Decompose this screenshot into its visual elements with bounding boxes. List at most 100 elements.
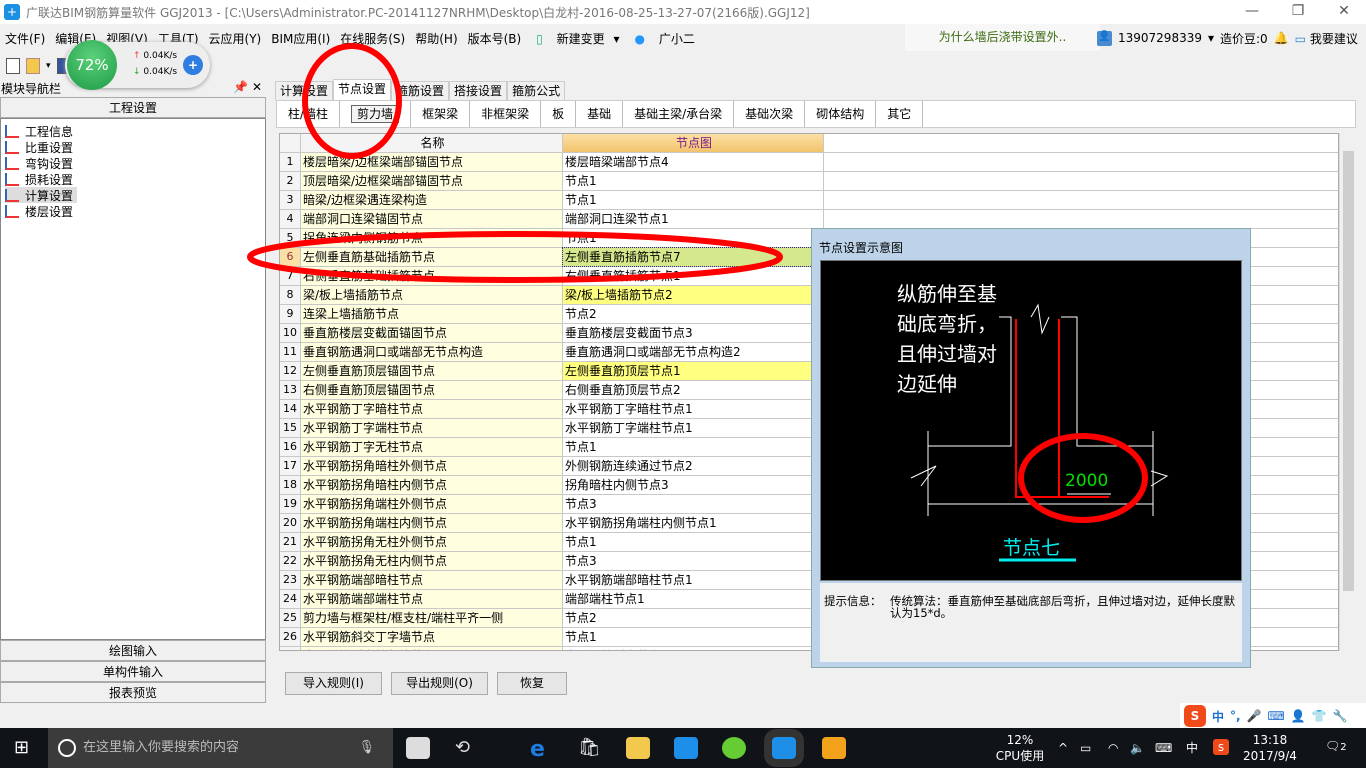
row-node-value[interactable]: 梁/板上墙插筋节点2 [563, 286, 824, 304]
close-icon[interactable]: ✕ [252, 80, 262, 94]
boost-plus-icon[interactable]: + [183, 55, 203, 75]
fan-app-icon[interactable] [406, 737, 430, 759]
nav-section-project-settings[interactable]: 工程设置 [0, 97, 266, 118]
ime-punctuation[interactable]: °, [1230, 709, 1241, 723]
row-node-value[interactable]: 垂直筋楼层变截面节点3 [563, 324, 824, 342]
microphone-icon[interactable]: 🎙 [358, 728, 375, 768]
ime-indicator[interactable]: 中 [1186, 740, 1198, 756]
tab-node-settings[interactable]: 节点设置 [333, 79, 392, 100]
new-file-icon[interactable] [6, 58, 20, 74]
swirl-app-icon[interactable]: ⟲ [455, 737, 479, 759]
nav-item-loss[interactable]: 损耗设置 [5, 171, 77, 187]
import-rules-button[interactable]: 导入规则(I) [285, 672, 382, 695]
close-button[interactable]: ✕ [1321, 0, 1366, 24]
wifi-icon[interactable]: ◠ [1108, 740, 1118, 756]
keyboard-icon[interactable]: ⌨ [1155, 740, 1172, 756]
table-row[interactable]: 2 顶层暗梁/边框梁端部锚固节点 节点1 [280, 172, 1338, 191]
bell-icon[interactable]: 🔔 [1274, 31, 1289, 45]
tip-link[interactable]: 为什么墙后浇带设置外.. [905, 24, 1100, 51]
suggest-button[interactable]: ▭ 我要建议 [1295, 30, 1358, 47]
row-node-value[interactable]: 节点3 [563, 552, 824, 570]
subtab-9[interactable]: 其它 [876, 101, 924, 127]
tab-calc-settings[interactable]: 计算设置 [275, 81, 334, 100]
nav-item-project-info[interactable]: 工程信息 [5, 123, 77, 139]
menu-new-change[interactable]: ▯ 新建变更 ▾ [526, 30, 624, 47]
glodon-g-icon[interactable] [674, 737, 698, 759]
row-node-value[interactable]: 端部端柱节点1 [563, 590, 824, 608]
row-node-value[interactable]: 水平钢筋拐角端柱内侧节点1 [563, 514, 824, 532]
table-row[interactable]: 1 楼层暗梁/边框梁端部锚固节点 楼层暗梁端部节点4 [280, 153, 1338, 172]
row-node-value[interactable]: 拐角暗柱内侧节点3 [563, 476, 824, 494]
subtab-3[interactable]: 非框架梁 [470, 101, 542, 127]
menu-version[interactable]: 版本号(B) [463, 30, 527, 47]
row-node-value[interactable]: 节点1 [563, 438, 824, 456]
row-node-value[interactable]: 节点1 [563, 628, 824, 646]
minimize-button[interactable]: — [1229, 0, 1275, 24]
subtab-5[interactable]: 基础 [576, 101, 624, 127]
export-rules-button[interactable]: 导出规则(O) [391, 672, 488, 695]
subtab-6[interactable]: 基础主梁/承台梁 [623, 101, 735, 127]
battery-icon[interactable]: ▭ [1080, 740, 1091, 756]
row-node-value[interactable]: 节点1 [563, 229, 824, 247]
subtab-0[interactable]: 柱/墙柱 [277, 101, 341, 127]
row-node-value[interactable]: 右侧垂直筋插筋节点1 [563, 267, 824, 285]
tab-stirrup-formula[interactable]: 箍筋公式 [507, 81, 566, 100]
nav-drawing-input[interactable]: 绘图输入 [0, 640, 266, 661]
row-node-value[interactable]: 节点2 [563, 305, 824, 323]
file-explorer-icon[interactable] [626, 737, 650, 759]
nav-item-hook[interactable]: 弯钩设置 [5, 155, 77, 171]
nav-item-density[interactable]: 比重设置 [5, 139, 77, 155]
nav-item-floor[interactable]: 楼层设置 [5, 203, 77, 219]
wrench-icon[interactable]: 🔧 [1333, 709, 1348, 723]
row-node-value[interactable]: 节点1 [563, 191, 824, 209]
maximize-button[interactable]: ❐ [1275, 0, 1321, 24]
chevron-down-icon[interactable]: ▾ [1208, 31, 1214, 45]
subtab-7[interactable]: 基础次梁 [734, 101, 806, 127]
subtab-2[interactable]: 框架梁 [411, 101, 471, 127]
subtab-4[interactable]: 板 [541, 101, 577, 127]
subtab-8[interactable]: 砌体结构 [805, 101, 877, 127]
row-node-value[interactable]: 水平钢筋端部暗柱节点1 [563, 571, 824, 589]
notification-icon[interactable]: 🗨2 [1325, 738, 1347, 756]
row-node-value[interactable]: 垂直筋遇洞口或端部无节点构造2 [563, 343, 824, 361]
tab-stirrup-settings[interactable]: 箍筋设置 [391, 81, 450, 100]
edge-icon[interactable]: e [530, 737, 554, 762]
row-node-value[interactable]: 节点1 [563, 172, 824, 190]
notes-app-icon[interactable] [822, 737, 846, 759]
skin-icon[interactable]: 👕 [1312, 709, 1327, 723]
store-icon[interactable]: 🛍 [578, 737, 602, 759]
row-node-value[interactable]: 端部洞口连梁节点1 [563, 210, 824, 228]
subtab-1[interactable]: 剪力墙 [340, 101, 412, 127]
ime-mode[interactable]: 中 [1212, 708, 1224, 725]
keyboard-icon[interactable]: ⌨ [1268, 709, 1285, 723]
chevron-down-icon[interactable]: ▾ [46, 61, 51, 71]
sogou-ime-bar[interactable]: S 中 °, 🎤 ⌨ 👤 👕 🔧 [1180, 703, 1366, 729]
row-node-value[interactable]: 外侧钢筋连续通过节点2 [563, 457, 824, 475]
menu-cloud[interactable]: 云应用(Y) [204, 30, 267, 47]
row-node-value[interactable]: 节点2 [563, 609, 824, 627]
volume-icon[interactable]: 🔈 [1130, 740, 1145, 756]
scroll-thumb[interactable] [1343, 151, 1354, 591]
menu-file[interactable]: 文件(F) [0, 30, 50, 47]
row-node-value[interactable]: 水平钢筋丁字暗柱节点1 [563, 400, 824, 418]
pin-icon[interactable]: 📌 [233, 80, 248, 94]
row-node-value[interactable]: 右侧垂直筋顶层节点2 [563, 381, 824, 399]
row-node-value[interactable]: 左侧垂直筋插筋节点7 [562, 247, 825, 267]
row-node-value[interactable]: 楼层暗梁端部节点4 [563, 153, 824, 171]
taskbar-search[interactable]: 在这里输入你要搜索的内容 🎙 [48, 728, 393, 768]
row-node-value[interactable]: 水平钢筋斜交节点3 [563, 647, 824, 650]
row-node-value[interactable]: 左侧垂直筋顶层节点1 [563, 362, 824, 380]
clock[interactable]: 13:18 2017/9/4 [1240, 732, 1300, 764]
chevron-up-icon[interactable]: ^ [1058, 740, 1068, 756]
windows-start-icon[interactable]: ⊞ [14, 737, 38, 759]
open-folder-icon[interactable] [26, 58, 40, 74]
user-icon[interactable]: 👤 [1291, 709, 1306, 723]
row-node-value[interactable]: 节点3 [563, 495, 824, 513]
row-node-value[interactable]: 水平钢筋丁字端柱节点1 [563, 419, 824, 437]
menu-assistant[interactable]: ● 广小二 [625, 30, 705, 47]
nav-report-preview[interactable]: 报表预览 [0, 682, 266, 703]
vertical-scrollbar[interactable] [1339, 133, 1356, 651]
sogou-tray-icon[interactable]: s [1213, 739, 1229, 755]
ggj-app-icon[interactable] [764, 729, 804, 767]
table-row[interactable]: 3 暗梁/边框梁遇连梁构造 节点1 [280, 191, 1338, 210]
